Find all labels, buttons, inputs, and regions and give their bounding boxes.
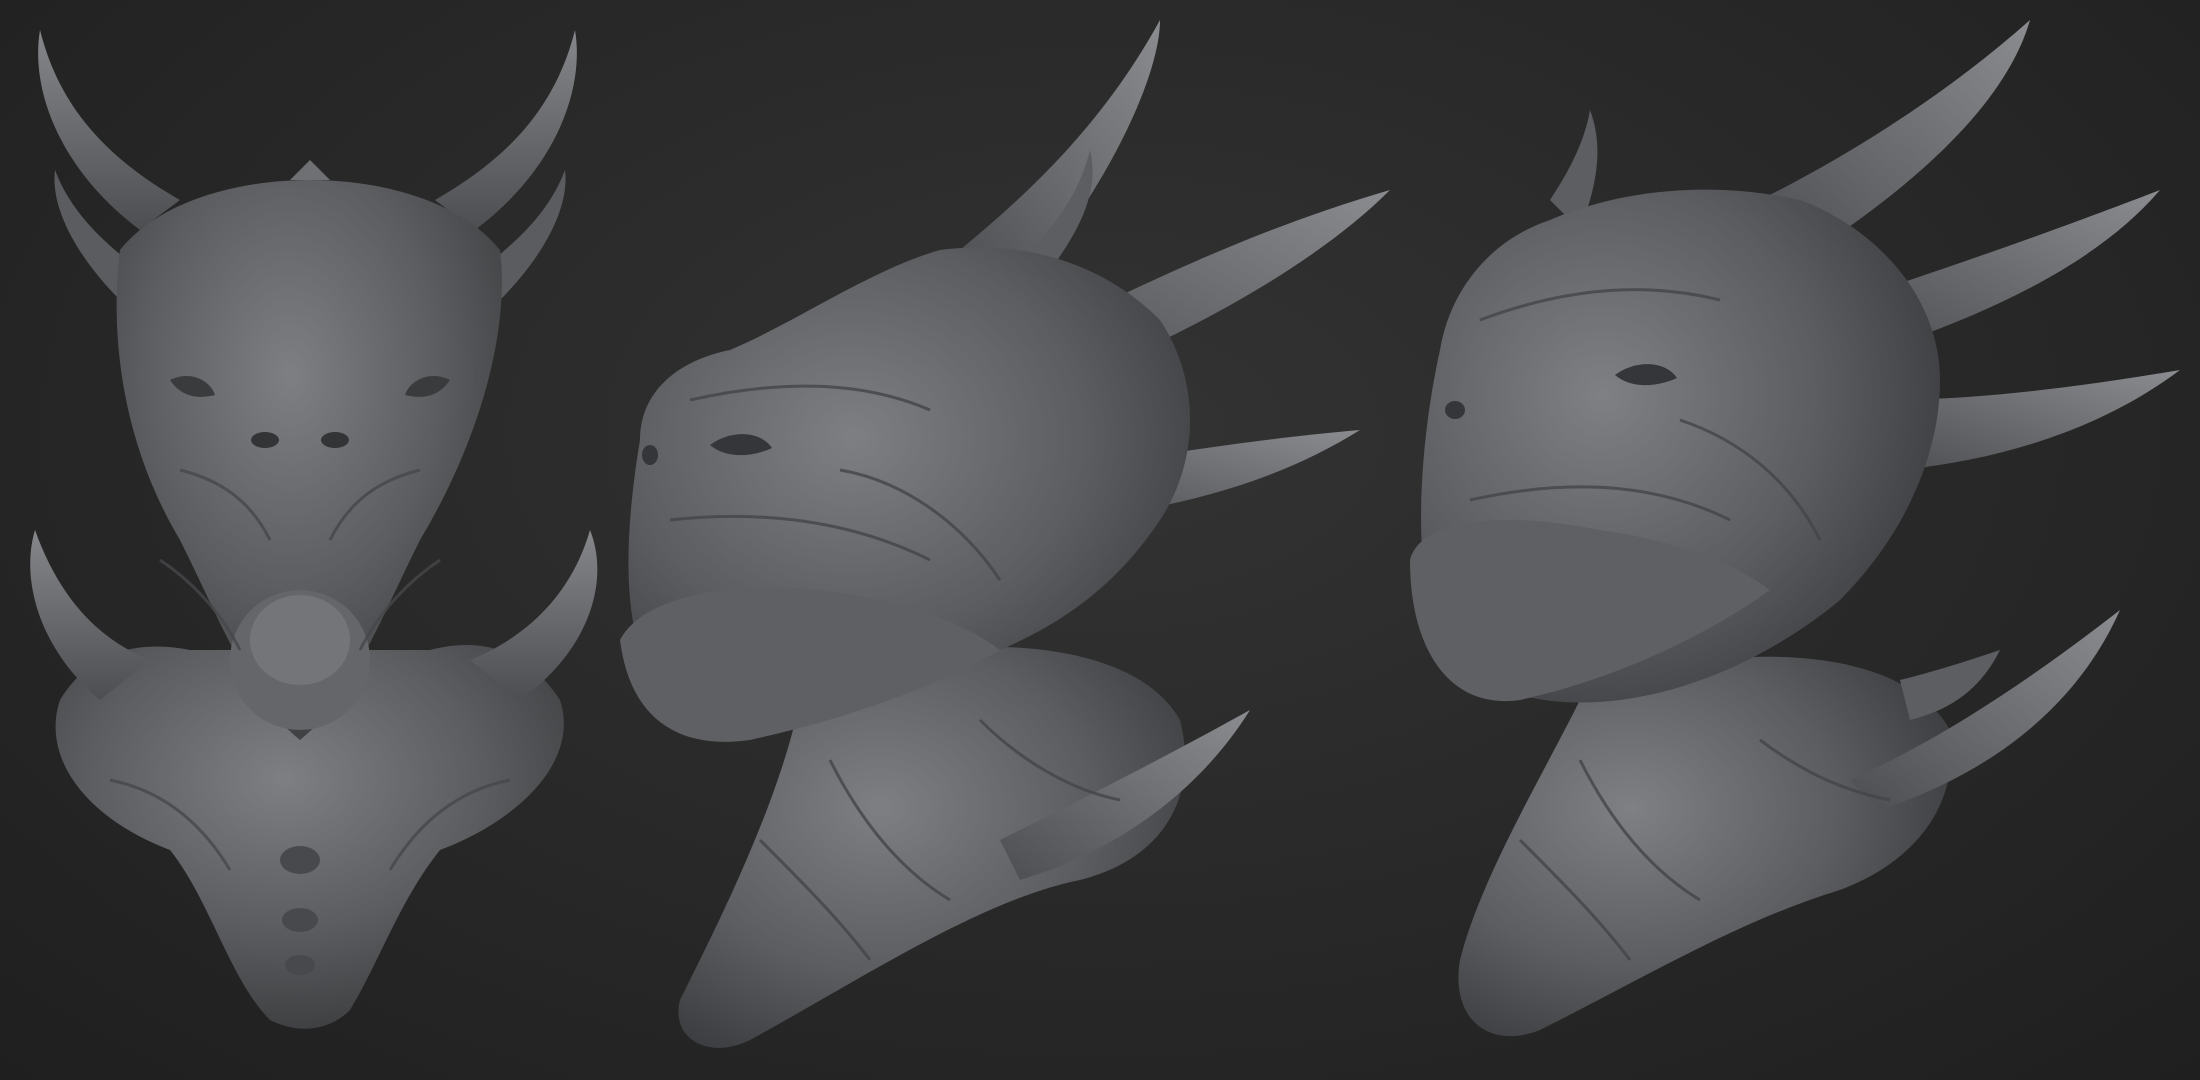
render-viewport [0,0,2200,1080]
dragon-three-quarter-sculpt [1410,20,2180,1037]
dragon-front-sculpt [30,30,598,1029]
dragon-bust-front-view [0,0,620,1080]
dragon-side-sculpt [620,20,1390,1048]
dragon-bust-side-view [600,0,1400,1080]
dragon-bust-three-quarter-view [1380,0,2200,1080]
right-lower-horn [470,530,598,700]
